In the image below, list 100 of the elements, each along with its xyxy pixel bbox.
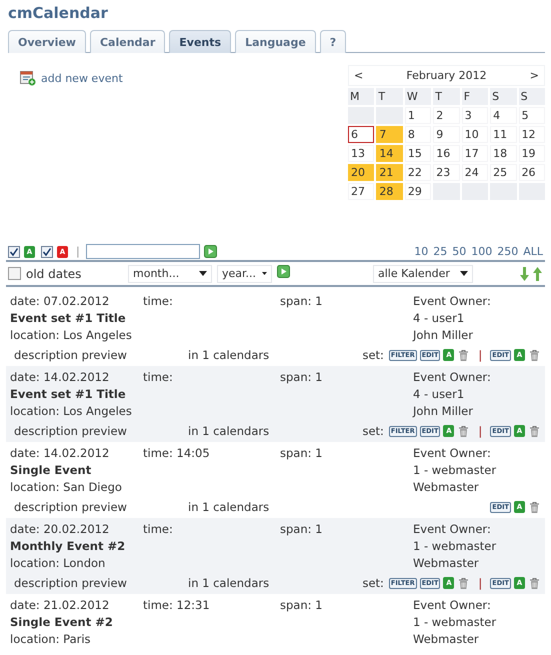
caret-icon <box>199 271 207 276</box>
weekday-label: T <box>376 88 403 105</box>
event-title[interactable]: Event set #1 Title <box>10 310 413 327</box>
day-cell[interactable]: 6 <box>348 126 374 143</box>
day-cell[interactable]: 7 <box>376 126 403 143</box>
dropdown[interactable]: alle Kalender <box>373 264 473 282</box>
event-date: date: 14.02.2012 <box>10 445 110 462</box>
owner-name: Webmaster <box>413 555 480 572</box>
tab[interactable]: ? <box>320 30 346 53</box>
day-cell[interactable]: 8 <box>404 126 432 143</box>
separator: | <box>76 245 80 258</box>
search-field[interactable] <box>86 244 200 259</box>
caret-icon <box>460 271 468 276</box>
trash-icon[interactable] <box>528 348 541 362</box>
event-location: location: San Diego <box>10 479 123 496</box>
owner-label: Event Owner: <box>413 597 492 614</box>
day-cell[interactable]: 14 <box>376 145 403 162</box>
day-cell[interactable]: 5 <box>518 107 545 124</box>
event-location: location: London <box>10 555 106 572</box>
tab[interactable]: Events <box>169 30 232 53</box>
trash-icon[interactable] <box>528 500 541 514</box>
event-location: location: Los Angeles <box>10 403 133 420</box>
event-title[interactable]: Single Event <box>10 462 413 479</box>
day-cell[interactable]: 12 <box>518 126 545 143</box>
caret-icon <box>262 271 267 276</box>
dropdown[interactable]: month... <box>128 264 212 282</box>
calendar-count: in 1 calendars <box>188 500 270 514</box>
day-cell[interactable]: 17 <box>462 145 488 162</box>
owner-id: 1 - webmaster <box>413 538 498 555</box>
day-cell[interactable]: 29 <box>404 183 432 200</box>
day-cell[interactable]: 11 <box>490 126 517 143</box>
checkbox[interactable] <box>8 246 20 258</box>
day-cell[interactable]: 9 <box>433 126 460 143</box>
event-date: date: 14.02.2012 <box>10 369 110 386</box>
event-time: time: 14:05 <box>143 445 211 462</box>
weekday-label: S <box>518 88 545 105</box>
next-month-button[interactable]: > <box>530 69 539 82</box>
trash-icon[interactable] <box>528 424 541 438</box>
owner-name: John Miller <box>413 327 474 344</box>
event-date: date: 07.02.2012 <box>10 293 110 310</box>
day-cell[interactable]: 18 <box>490 145 517 162</box>
checkbox[interactable] <box>8 267 21 280</box>
owner-label: Event Owner: <box>413 369 492 386</box>
event-location: location: Los Angeles <box>10 327 133 344</box>
tab[interactable]: Calendar <box>90 30 166 53</box>
day-cell[interactable]: 20 <box>348 164 374 181</box>
day-cell[interactable]: 23 <box>433 164 460 181</box>
page-size-link[interactable]: 100 <box>471 245 492 258</box>
day-cell[interactable]: 27 <box>348 183 374 200</box>
tab[interactable]: Language <box>235 30 316 53</box>
set-label: set: <box>362 348 384 362</box>
page-size-link[interactable]: 10 <box>414 245 428 258</box>
event-span: span: 1 <box>280 521 324 538</box>
day-cell[interactable]: 13 <box>348 145 374 162</box>
weekday-label: S <box>490 88 517 105</box>
event-title[interactable]: Monthly Event #2 <box>10 538 413 555</box>
calendar-count: in 1 calendars <box>188 576 270 590</box>
event-title[interactable]: Single Event #2 <box>10 614 413 631</box>
trash-icon[interactable] <box>457 424 470 438</box>
checkbox-label: old dates <box>26 266 82 280</box>
separator: | <box>478 348 482 362</box>
day-cell[interactable]: 21 <box>376 164 403 181</box>
page-size-link[interactable]: 25 <box>433 245 448 258</box>
day-cell[interactable]: 16 <box>433 145 460 162</box>
trash-icon[interactable] <box>457 348 470 362</box>
checkbox[interactable] <box>41 246 53 258</box>
page-size-link[interactable]: 50 <box>452 245 466 258</box>
add-event-link[interactable]: add new event <box>41 72 123 84</box>
day-cell[interactable]: 10 <box>462 126 488 143</box>
day-cell[interactable]: 2 <box>433 107 460 124</box>
calendar-add-icon[interactable] <box>20 70 36 86</box>
day-cell[interactable]: 15 <box>404 145 432 162</box>
owner-label: Event Owner: <box>413 521 492 538</box>
page-size-link[interactable]: ALL <box>523 245 543 258</box>
trash-icon[interactable] <box>528 576 541 590</box>
day-cell[interactable]: 28 <box>376 183 403 200</box>
day-cell[interactable]: 26 <box>518 164 545 181</box>
day-cell[interactable]: 4 <box>490 107 517 124</box>
owner-id: 1 - webmaster <box>413 462 498 479</box>
separator: | <box>478 576 482 590</box>
day-cell[interactable]: 24 <box>462 164 488 181</box>
event-title[interactable]: Event set #1 Title <box>10 386 413 403</box>
event-date: date: 20.02.2012 <box>10 521 110 538</box>
go-button[interactable] <box>277 265 290 278</box>
dropdown[interactable]: year... <box>217 264 272 282</box>
day-cell[interactable]: 19 <box>518 145 545 162</box>
day-cell[interactable]: 25 <box>490 164 517 181</box>
down-arrow-icon[interactable] <box>519 266 530 280</box>
day-cell[interactable]: 3 <box>462 107 488 124</box>
owner-name: Webmaster <box>413 631 480 648</box>
day-cell[interactable]: 1 <box>404 107 432 124</box>
app-title: cmCalendar <box>8 4 108 22</box>
day-cell[interactable]: 22 <box>404 164 432 181</box>
owner-name: Webmaster <box>413 479 480 496</box>
tab[interactable]: Overview <box>8 30 86 53</box>
up-arrow-icon[interactable] <box>532 266 543 280</box>
go-button[interactable] <box>204 245 217 258</box>
trash-icon[interactable] <box>457 576 470 590</box>
page-size-link[interactable]: 250 <box>497 245 518 258</box>
previous-month-button[interactable]: < <box>354 69 364 82</box>
